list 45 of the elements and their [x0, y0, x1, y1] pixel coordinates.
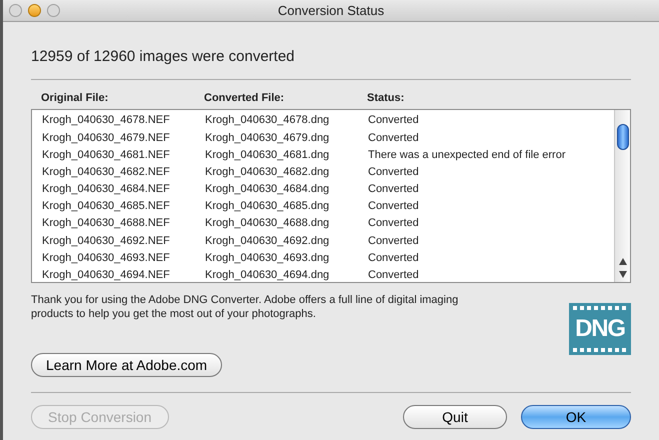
table-cell-text: Converted: [368, 268, 420, 284]
ok-button[interactable]: OK: [521, 405, 631, 429]
table-cell-text: Krogh_040630_4693.dng: [205, 250, 330, 266]
table-cell-text: Converted: [368, 164, 420, 180]
scroll-down-icon[interactable]: [618, 271, 626, 278]
table-cell-text: Converted: [368, 250, 420, 266]
table-cell-text: Krogh_040630_4682.dng: [205, 164, 330, 180]
summary-text: 12959 of 12960 images were converted: [31, 47, 296, 67]
column-header: Original File:: [41, 90, 110, 106]
minimize-icon[interactable]: [28, 4, 41, 17]
table-cell-text: Converted: [368, 182, 420, 198]
table-cell-text: Krogh_040630_4688.NEF: [42, 216, 171, 232]
table-cell-text: Krogh_040630_4678.NEF: [42, 113, 171, 128]
table-cell-text: Converted: [368, 130, 420, 146]
table-cell-text: Krogh_040630_4692.NEF: [42, 234, 171, 249]
table-cell-text: Krogh_040630_4692.dng: [205, 234, 330, 249]
thank-you-message: Thank you for using the Adobe DNG Converter. Adobe offers a full line of digital imaging products to help you get the most out of your photographs.: [31, 293, 460, 321]
table-cell-text: Converted: [368, 234, 420, 249]
table-cell-text: Converted: [368, 113, 420, 128]
table-cell-text: Krogh_040630_4681.dng: [205, 148, 330, 163]
table-cell-text: Krogh_040630_4678.dng: [205, 113, 330, 128]
window-title: Conversion Status: [278, 2, 384, 20]
table-cell-text: There was a unexpected end of file error: [368, 148, 567, 163]
table-cell-text: Krogh_040630_4684.dng: [205, 182, 330, 198]
table-cell-text: Krogh_040630_4688.dng: [205, 216, 330, 232]
table-cell-text: Krogh_040630_4682.NEF: [42, 164, 171, 180]
scroll-up-icon[interactable]: [618, 258, 626, 265]
table-cell-text: Converted: [368, 199, 420, 214]
table-cell-text: Converted: [368, 216, 420, 232]
quit-button[interactable]: Quit: [403, 405, 507, 429]
table-cell-text: Krogh_040630_4685.NEF: [42, 199, 171, 214]
scroll-thumb[interactable]: [616, 124, 628, 150]
table-cell-text: Krogh_040630_4681.NEF: [42, 148, 171, 163]
table-cell-text: Krogh_040630_4694.dng: [205, 268, 330, 284]
learn-more-button[interactable]: Learn More at Adobe.com: [31, 353, 222, 377]
table-cell-text: Krogh_040630_4679.dng: [205, 130, 330, 146]
table-cell-text: Krogh_040630_4684.NEF: [42, 182, 171, 198]
column-header: Status:: [367, 90, 406, 106]
column-header: Converted File:: [204, 90, 286, 106]
scrollbar[interactable]: [614, 110, 630, 282]
table-cell-text: Krogh_040630_4693.NEF: [42, 250, 171, 266]
table-cell-text: Krogh_040630_4679.NEF: [42, 130, 171, 146]
dng-logo: DNG: [569, 303, 631, 355]
table-cell-text: Krogh_040630_4685.dng: [205, 199, 330, 214]
table-cell-text: Krogh_040630_4694.NEF: [42, 268, 171, 284]
